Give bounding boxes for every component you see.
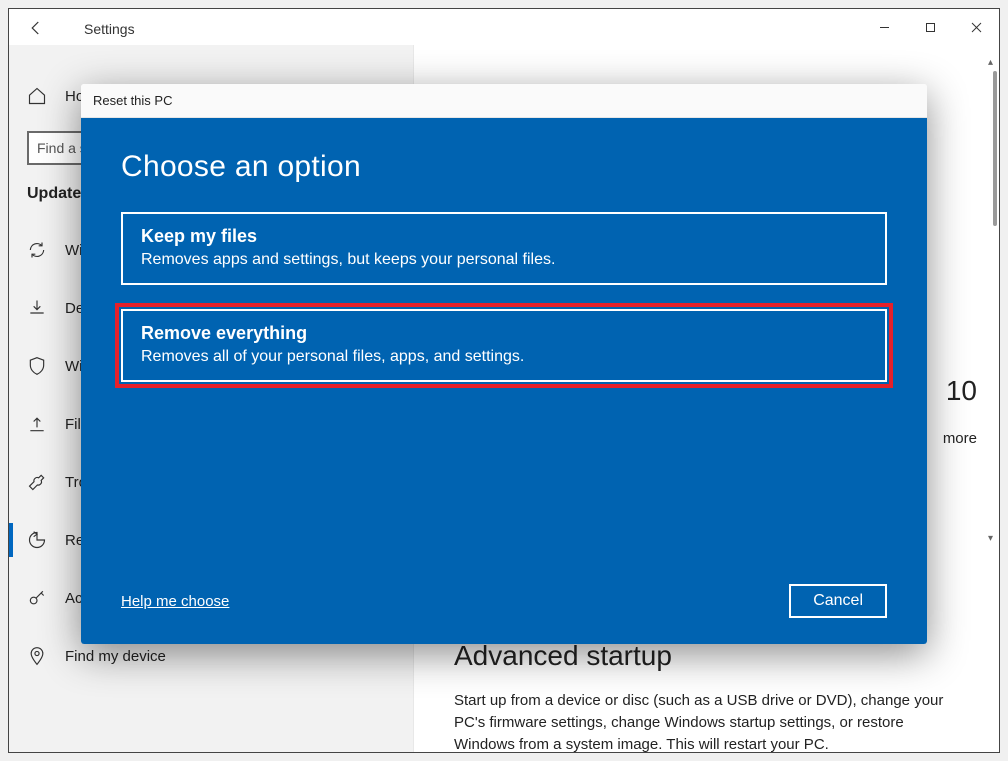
close-icon[interactable] [953, 11, 999, 43]
option-title: Keep my files [141, 226, 867, 247]
dialog-body: Choose an option Keep my files Removes a… [81, 118, 927, 644]
sidebar-item-label: Find my device [65, 648, 166, 665]
option-description: Removes apps and settings, but keeps you… [141, 251, 867, 269]
back-icon[interactable] [27, 19, 45, 42]
settings-window: Settings Home Find a setting Update & Se… [8, 8, 1000, 753]
option-title: Remove everything [141, 323, 867, 344]
shield-icon [27, 356, 47, 376]
scrollbar-thumb[interactable] [993, 71, 997, 226]
help-me-choose-link[interactable]: Help me choose [121, 593, 229, 610]
titlebar: Settings [9, 9, 999, 45]
window-controls [861, 11, 999, 43]
scrollbar[interactable]: ▴ ▾ [985, 55, 999, 545]
scroll-up-icon[interactable]: ▴ [988, 57, 998, 67]
dialog-heading: Choose an option [121, 150, 887, 184]
maximize-icon[interactable] [907, 11, 953, 43]
reset-pc-dialog: Reset this PC Choose an option Keep my f… [81, 84, 927, 644]
sync-icon [27, 240, 47, 260]
location-icon [27, 646, 47, 666]
minimize-icon[interactable] [861, 11, 907, 43]
app-title: Settings [84, 21, 135, 37]
scroll-down-icon[interactable]: ▾ [988, 533, 998, 543]
dialog-footer: Help me choose Cancel [121, 584, 887, 618]
partial-text-more: more [943, 430, 977, 447]
option-keep-my-files[interactable]: Keep my files Removes apps and settings,… [121, 212, 887, 285]
download-icon [27, 298, 47, 318]
recovery-icon [27, 530, 47, 550]
cancel-button[interactable]: Cancel [789, 584, 887, 618]
home-icon [27, 86, 47, 106]
option-remove-everything[interactable]: Remove everything Removes all of your pe… [121, 309, 887, 382]
dialog-title: Reset this PC [81, 84, 927, 118]
partial-text-10: 10 [946, 375, 977, 407]
option-description: Removes all of your personal files, apps… [141, 348, 867, 366]
key-icon [27, 588, 47, 608]
wrench-icon [27, 472, 47, 492]
upload-icon [27, 414, 47, 434]
advanced-startup-body: Start up from a device or disc (such as … [454, 690, 959, 752]
advanced-startup-heading: Advanced startup [454, 640, 959, 672]
